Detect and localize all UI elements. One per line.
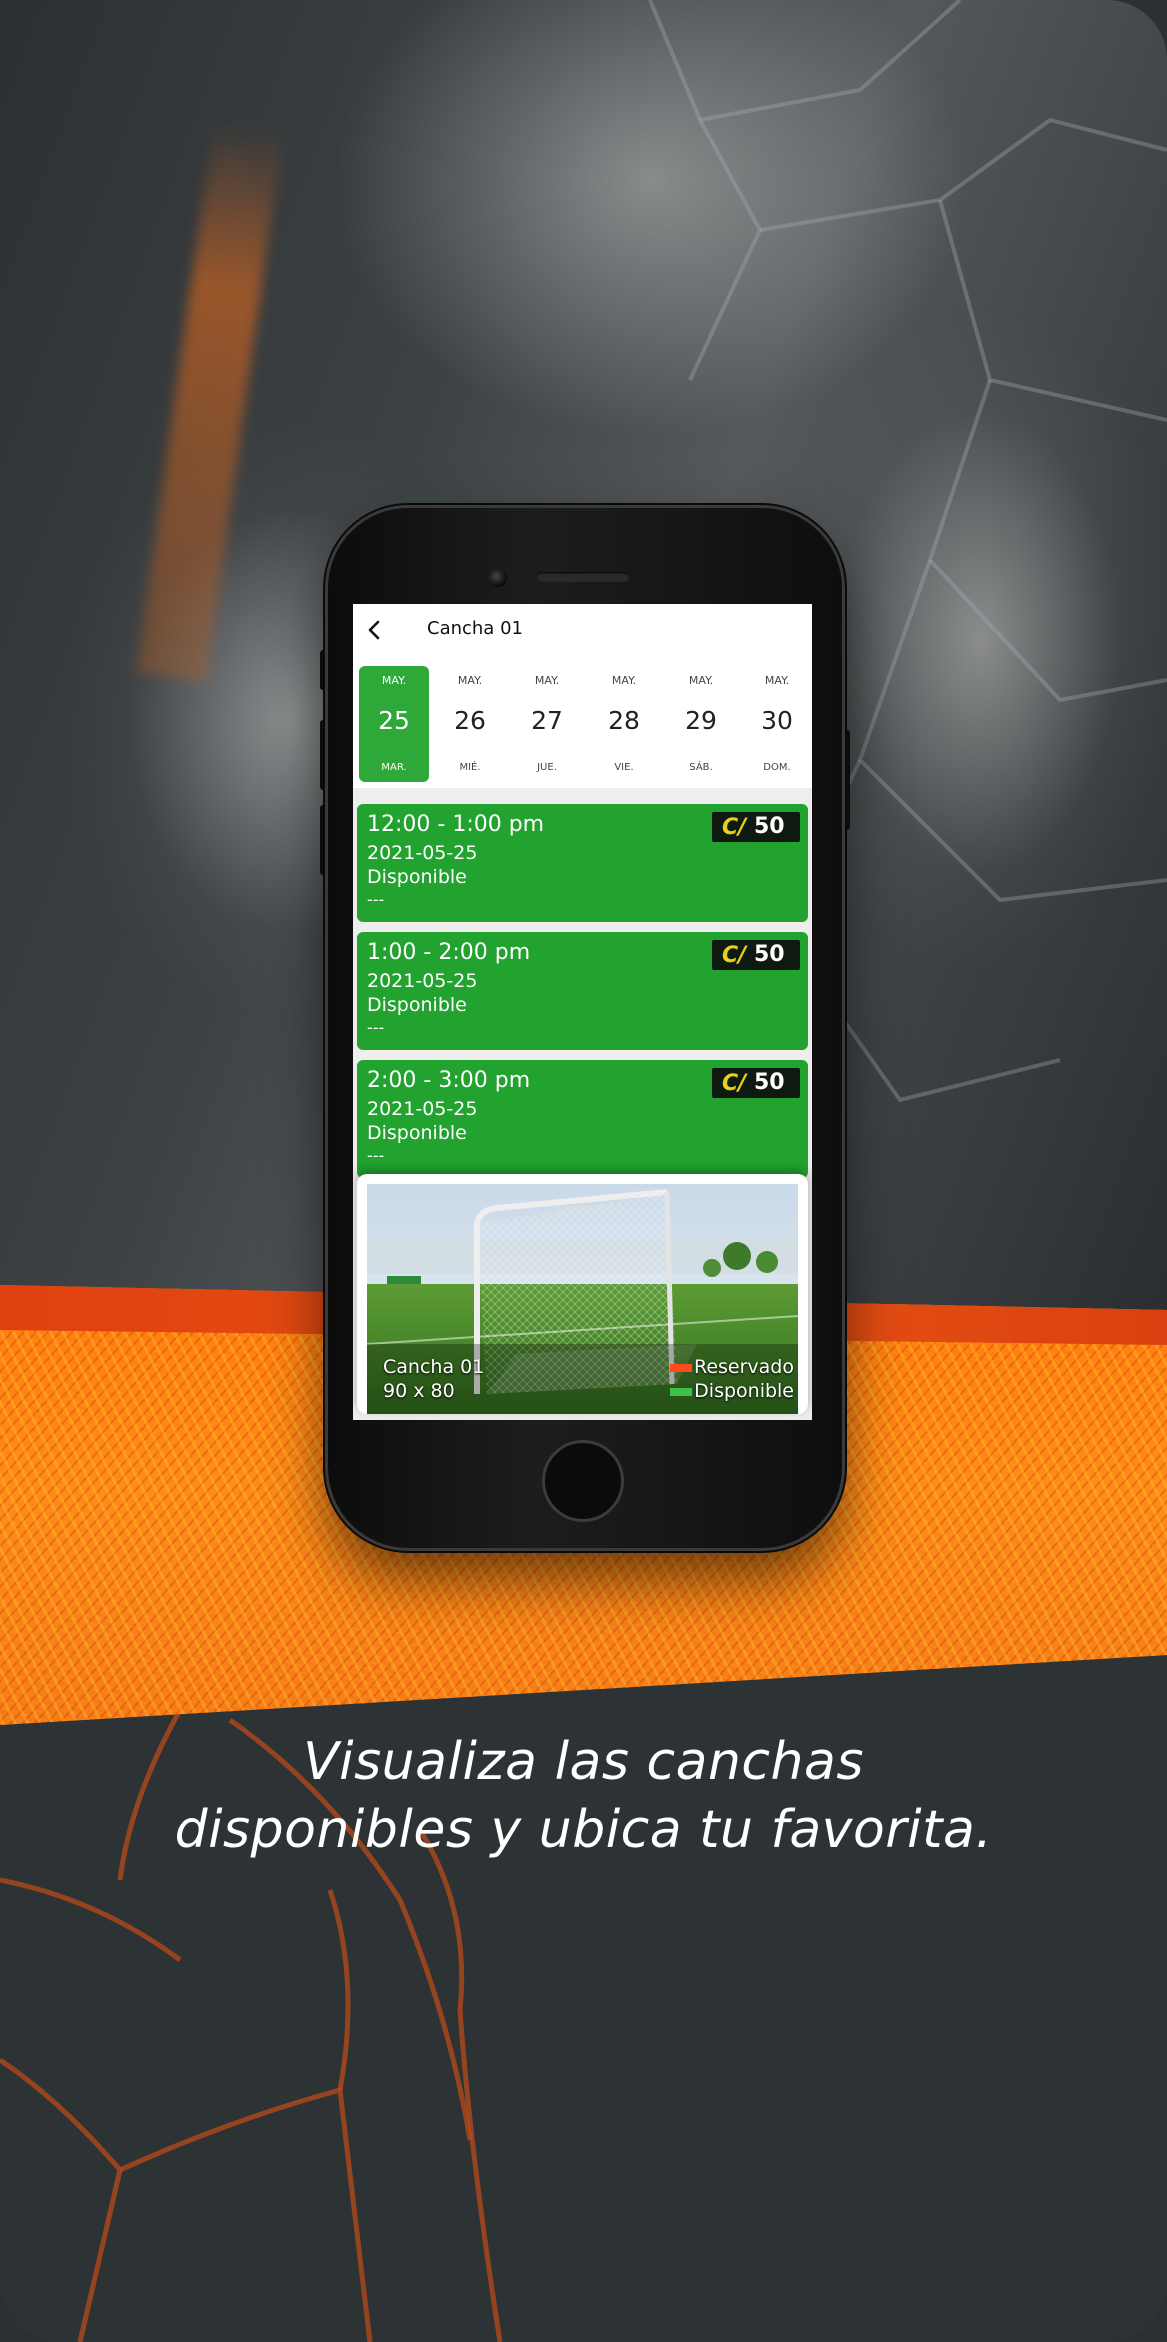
date-weekday: JUE. [537,762,557,773]
slot-status: Disponible [367,994,467,1016]
date-day: 26 [454,706,486,735]
promo-caption: Visualiza las canchas disponibles y ubic… [0,1728,1167,1864]
date-selector: MAY. 25 MAR. MAY. 26 MIÉ. MAY. 27 JUE. M… [359,666,812,786]
date-weekday: VIE. [614,762,634,773]
currency-symbol: C/ [722,1071,747,1096]
date-month: MAY. [457,674,483,687]
date-item-25[interactable]: MAY. 25 MAR. [359,666,429,782]
price-amount: 50 [754,814,785,839]
slot-date: 2021-05-25 [367,842,478,864]
legend-reserved: Reservado [669,1356,794,1378]
time-slot-card[interactable]: 12:00 - 1:00 pm 2021-05-25 Disponible --… [357,804,808,922]
court-size: 90 x 80 [383,1380,455,1402]
app-header: Cancha 01 [353,604,812,660]
date-day: 28 [608,706,640,735]
date-weekday: SÁB. [689,762,713,773]
court-name: Cancha 01 [383,1356,485,1378]
date-month: MAY. [764,674,790,687]
date-item-26[interactable]: MAY. 26 MIÉ. [435,666,505,782]
legend-reserved-swatch [669,1363,692,1372]
date-month: MAY. [611,674,637,687]
time-slot-card[interactable]: 2:00 - 3:00 pm 2021-05-25 Disponible ---… [357,1060,808,1178]
date-month: MAY. [381,674,407,687]
legend-reserved-label: Reservado [693,1356,794,1378]
legend-available-swatch [670,1387,693,1396]
date-weekday: MIÉ. [459,762,481,773]
slot-date: 2021-05-25 [367,970,478,992]
slot-status: Disponible [367,866,467,888]
chevron-left-icon[interactable] [363,618,387,642]
caption-line-1: Visualiza las canchas [303,1732,864,1792]
slot-time: 12:00 - 1:00 pm [367,812,545,837]
slot-status: Disponible [367,1122,467,1144]
price-amount: 50 [754,942,785,967]
slot-time: 2:00 - 3:00 pm [367,1068,531,1093]
date-item-27[interactable]: MAY. 27 JUE. [512,666,582,782]
date-item-30[interactable]: MAY. 30 DOM. [742,666,812,782]
phone-speaker [536,572,630,582]
slot-note: --- [367,1146,385,1165]
date-item-28[interactable]: MAY. 28 VIE. [589,666,659,782]
date-weekday: MAR. [381,762,407,773]
currency-symbol: C/ [722,943,747,968]
legend-available-label: Disponible [694,1380,794,1402]
date-day: 29 [685,706,717,735]
price-amount: 50 [754,1070,785,1095]
date-month: MAY. [688,674,714,687]
app-screen: Cancha 01 MAY. 25 MAR. MAY. 26 MIÉ. MAY.… [353,604,812,1420]
slot-time: 1:00 - 2:00 pm [367,940,531,965]
caption-line-2: disponibles y ubica tu favorita. [174,1800,993,1860]
slot-note: --- [367,890,385,909]
slot-note: --- [367,1018,385,1037]
currency-symbol: C/ [722,815,747,840]
price-badge: C/ 50 [712,1068,800,1098]
page-title: Cancha 01 [427,618,523,639]
date-month: MAY. [534,674,560,687]
date-day: 25 [378,706,410,735]
date-weekday: DOM. [763,762,791,773]
home-button[interactable] [542,1440,624,1522]
legend-available: Disponible [670,1380,794,1402]
court-card[interactable]: Cancha 01 90 x 80 Reservado Disponible [357,1174,808,1414]
price-badge: C/ 50 [712,812,800,842]
price-badge: C/ 50 [712,940,800,970]
date-day: 27 [531,706,563,735]
promo-screen: Cancha 01 MAY. 25 MAR. MAY. 26 MIÉ. MAY.… [0,0,1167,2342]
slot-date: 2021-05-25 [367,1098,478,1120]
date-day: 30 [761,706,793,735]
front-camera [489,569,507,587]
time-slot-card[interactable]: 1:00 - 2:00 pm 2021-05-25 Disponible ---… [357,932,808,1050]
date-item-29[interactable]: MAY. 29 SÁB. [666,666,736,782]
